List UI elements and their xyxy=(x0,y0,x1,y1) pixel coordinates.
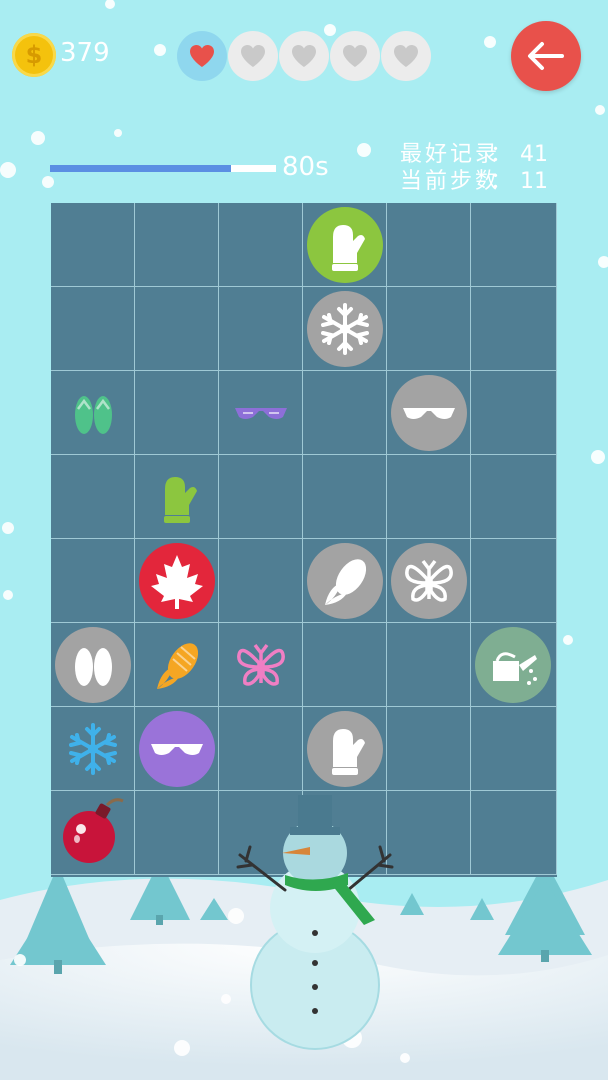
butterfly-icon xyxy=(237,643,285,686)
board-cell[interactable] xyxy=(219,287,303,371)
heart-icon xyxy=(343,45,367,67)
board-cell[interactable] xyxy=(471,203,557,287)
board-cell[interactable] xyxy=(135,791,219,875)
life-heart-2 xyxy=(228,31,278,81)
butterfly-icon xyxy=(405,559,453,602)
board-cell[interactable] xyxy=(219,539,303,623)
coin-symbol: $ xyxy=(25,41,43,69)
board-cell[interactable] xyxy=(135,287,219,371)
board-cell[interactable] xyxy=(51,287,135,371)
heart-icon xyxy=(292,45,316,67)
coin-count: 379 xyxy=(60,38,110,68)
board-cell[interactable] xyxy=(303,371,387,455)
board-tile[interactable] xyxy=(51,791,135,875)
mitten-icon xyxy=(164,477,197,523)
life-heart-4 xyxy=(330,31,380,81)
board-cell[interactable] xyxy=(471,539,557,623)
board-tile[interactable] xyxy=(303,707,387,791)
arrow-left-icon xyxy=(528,42,564,70)
board-cell[interactable] xyxy=(303,623,387,707)
snowman-icon xyxy=(236,795,394,1050)
board-tile[interactable] xyxy=(303,539,387,623)
current-steps-label: 当前步数 xyxy=(400,169,501,194)
back-button[interactable] xyxy=(511,21,581,91)
best-record: 最好记录： 41 xyxy=(400,141,560,169)
board-cell[interactable] xyxy=(51,539,135,623)
bomb-icon xyxy=(63,798,124,863)
timer-label: 80s xyxy=(282,152,329,182)
best-record-value: 41 xyxy=(520,142,548,167)
board-cell[interactable] xyxy=(471,287,557,371)
sunglasses-icon xyxy=(151,744,203,755)
watering-can-icon xyxy=(493,652,537,685)
coin-icon: $ xyxy=(12,33,56,77)
best-record-label: 最好记录 xyxy=(400,142,501,167)
sunglasses-icon xyxy=(403,408,455,419)
timer-bar-fill xyxy=(50,165,231,172)
maple-leaf-icon xyxy=(151,555,203,609)
board-cell[interactable] xyxy=(387,287,471,371)
board-cell[interactable] xyxy=(51,203,135,287)
mitten-icon xyxy=(332,729,365,775)
snowflake-icon xyxy=(69,723,117,775)
corn-icon xyxy=(157,643,199,689)
board-cell[interactable] xyxy=(471,791,557,875)
board-cell[interactable] xyxy=(219,455,303,539)
board-tile[interactable] xyxy=(135,539,219,623)
current-steps-value: 11 xyxy=(520,169,548,194)
life-heart-5 xyxy=(381,31,431,81)
board-cell[interactable] xyxy=(303,455,387,539)
board-tile[interactable] xyxy=(135,707,219,791)
game-board xyxy=(51,203,557,877)
board-tile[interactable] xyxy=(387,539,471,623)
flip-flops-icon xyxy=(75,648,112,686)
board-cell[interactable] xyxy=(387,455,471,539)
board-cell[interactable] xyxy=(471,371,557,455)
board-cell[interactable] xyxy=(135,203,219,287)
board-cell[interactable] xyxy=(219,203,303,287)
corn-icon xyxy=(325,559,367,605)
board-tile[interactable] xyxy=(219,371,303,455)
heart-icon xyxy=(241,45,265,67)
current-steps: 当前步数： 11 xyxy=(400,168,560,196)
heart-icon xyxy=(190,45,214,67)
flip-flops-icon xyxy=(75,396,112,434)
board-cell[interactable] xyxy=(387,203,471,287)
board-cell[interactable] xyxy=(51,455,135,539)
board-tile[interactable] xyxy=(51,371,135,455)
board-cell[interactable] xyxy=(135,371,219,455)
timer-bar xyxy=(50,165,276,172)
heart-icon xyxy=(394,45,418,67)
life-heart-3 xyxy=(279,31,329,81)
best-record-separator: ： xyxy=(489,142,512,167)
board-cell[interactable] xyxy=(387,707,471,791)
board-tile[interactable] xyxy=(303,203,387,287)
board-tile[interactable] xyxy=(303,287,387,371)
life-heart-1 xyxy=(177,31,227,81)
board-tile[interactable] xyxy=(51,623,135,707)
board-cell[interactable] xyxy=(387,623,471,707)
board-cell[interactable] xyxy=(471,455,557,539)
board-tile[interactable] xyxy=(135,455,219,539)
sunglasses-icon xyxy=(235,408,287,419)
mitten-icon xyxy=(332,225,365,271)
board-tile[interactable] xyxy=(471,623,555,707)
board-cell[interactable] xyxy=(219,707,303,791)
board-tile[interactable] xyxy=(51,707,135,791)
board-tile[interactable] xyxy=(219,623,303,707)
board-tile[interactable] xyxy=(387,371,471,455)
board-cell[interactable] xyxy=(471,707,557,791)
board-tile[interactable] xyxy=(135,623,219,707)
current-steps-separator: ： xyxy=(489,169,512,194)
snowflake-icon xyxy=(321,303,369,355)
